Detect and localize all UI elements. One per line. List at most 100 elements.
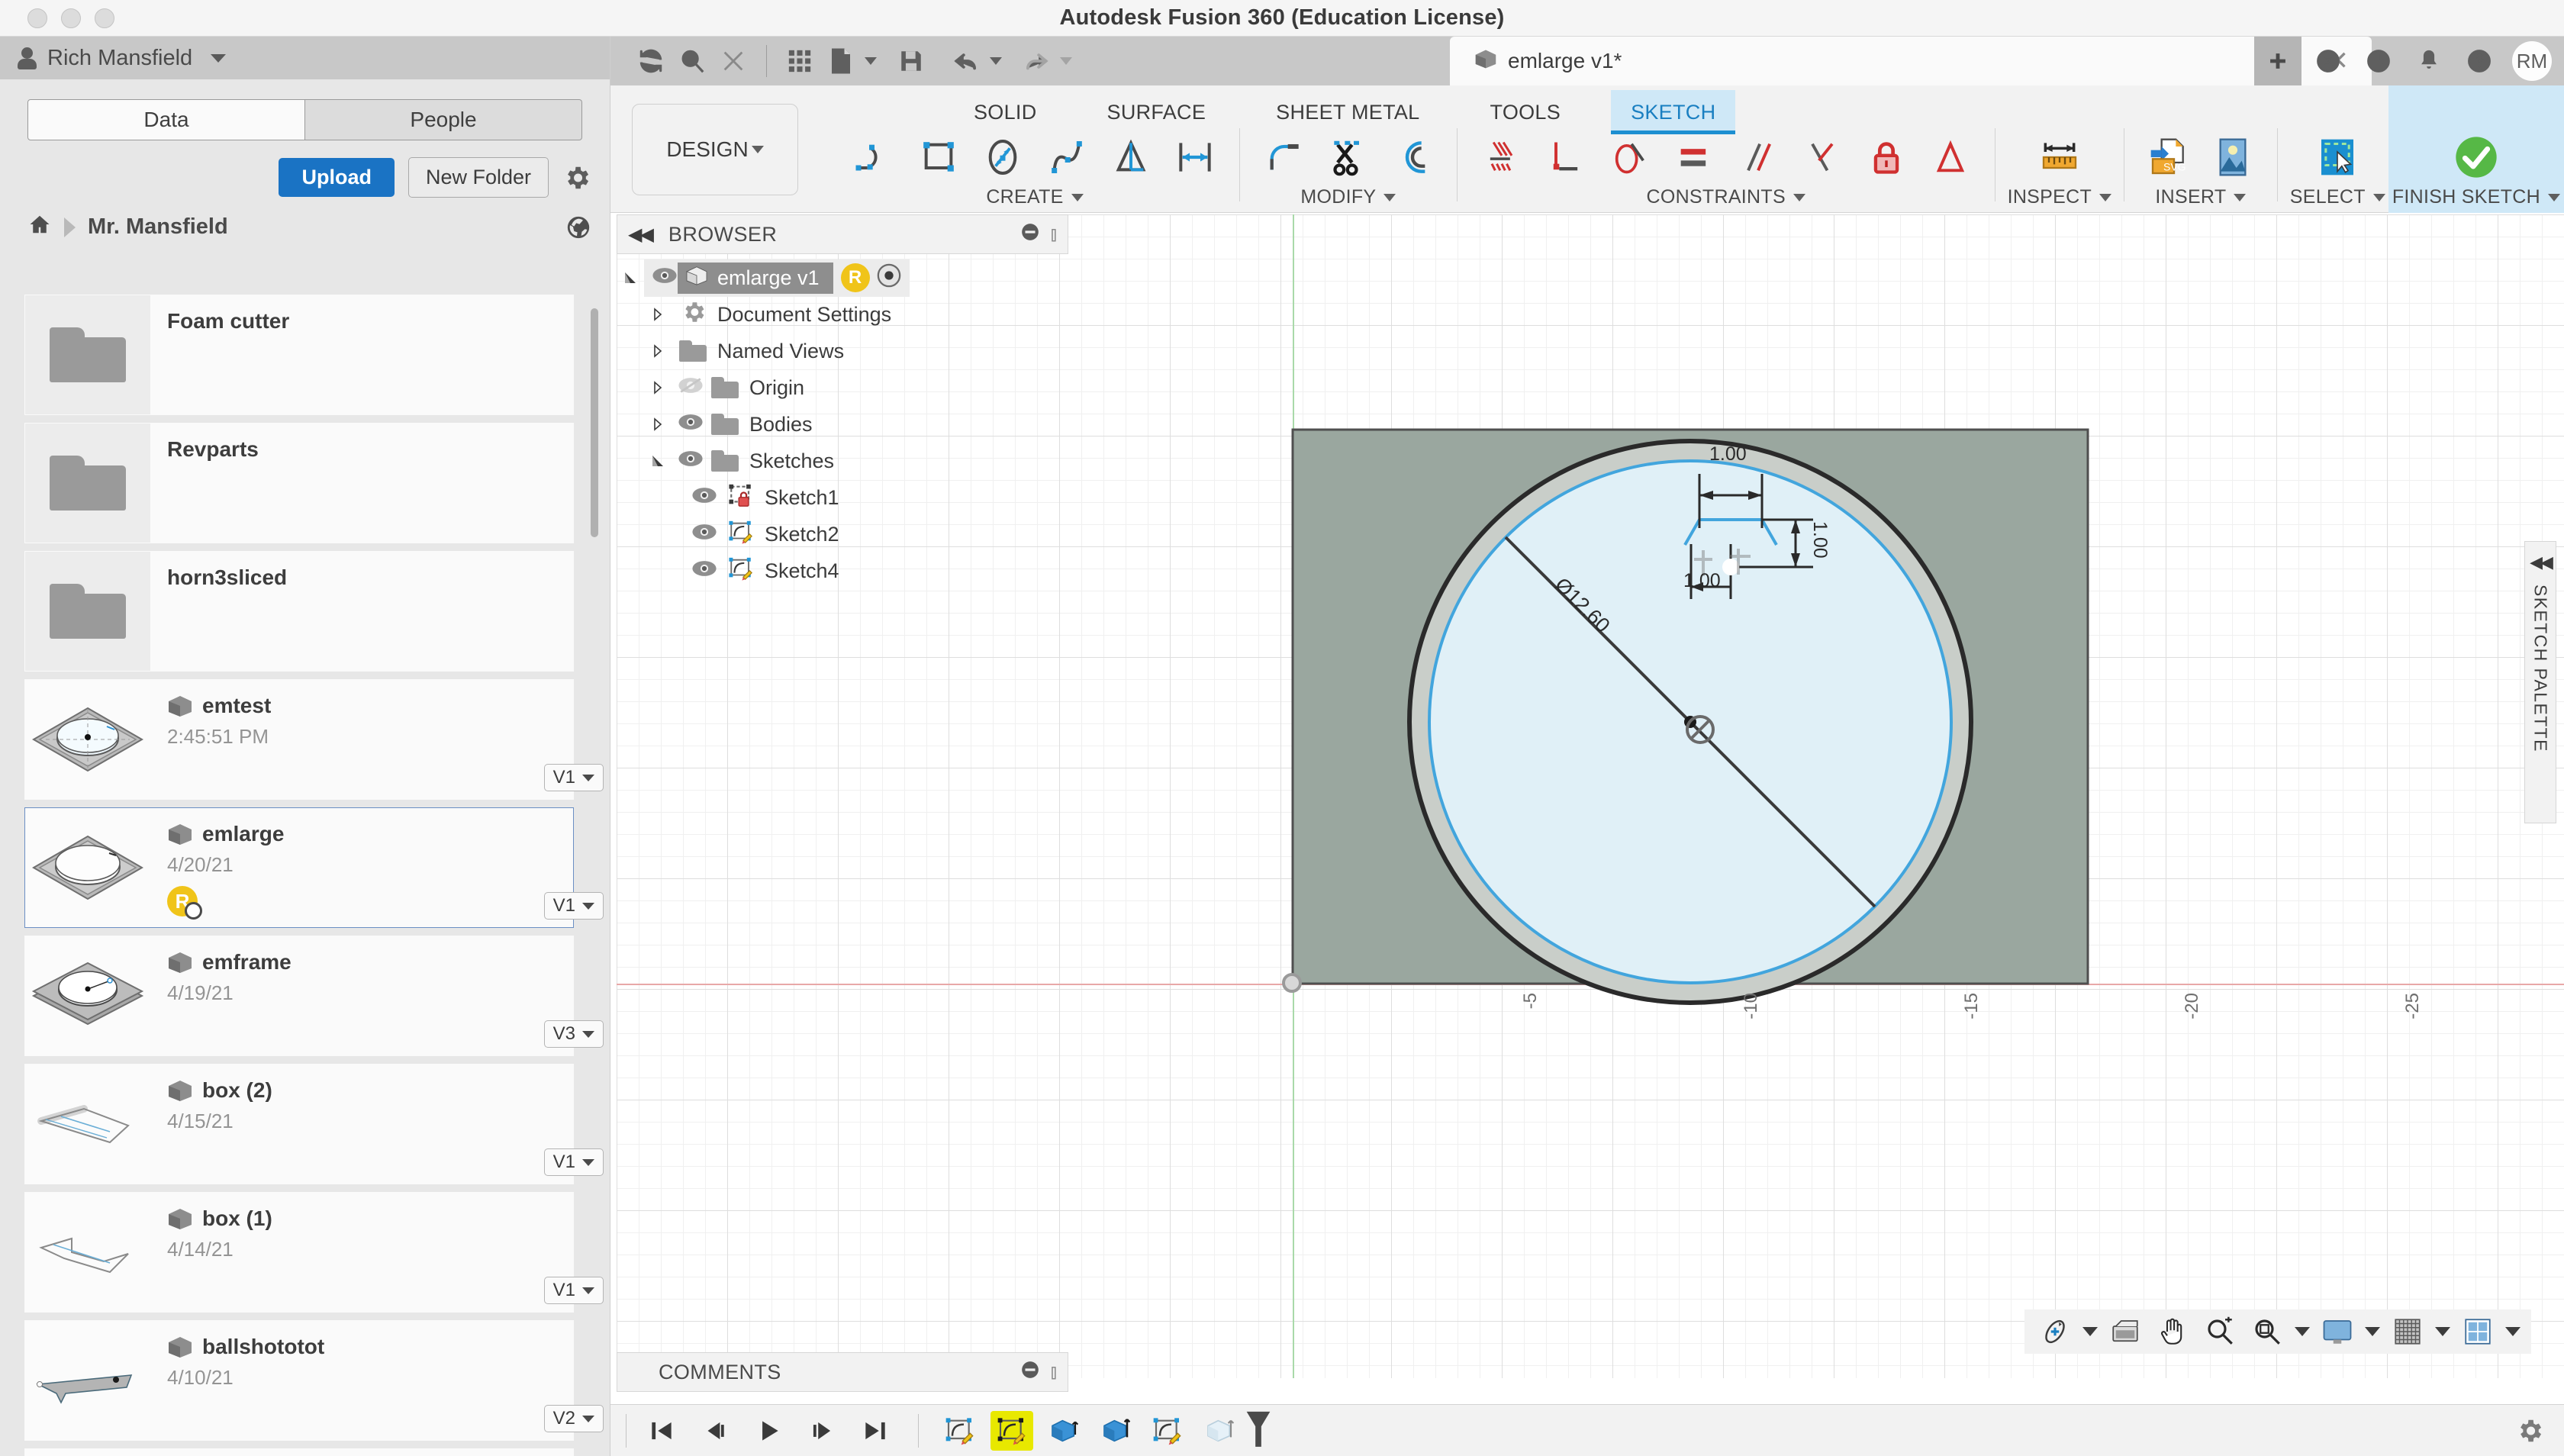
equal-icon[interactable] xyxy=(1662,128,1726,186)
list-item[interactable]: horn3sliced xyxy=(24,551,574,672)
breadcrumb-path[interactable]: Mr. Mansfield xyxy=(88,214,228,240)
spline-icon[interactable] xyxy=(1035,128,1099,186)
timeline-feature-sketch[interactable] xyxy=(939,1411,981,1451)
undo-icon[interactable] xyxy=(945,40,987,82)
plus-icon[interactable] xyxy=(2254,37,2301,85)
resize-handle[interactable]: ⫾ xyxy=(1051,1360,1057,1384)
sketch-palette-panel[interactable]: ◀◀ SKETCH PALETTE xyxy=(2524,541,2556,823)
chevron-down-icon[interactable] xyxy=(2505,1327,2521,1336)
parallel-icon[interactable] xyxy=(1726,128,1790,186)
zoom-icon[interactable] xyxy=(2200,1312,2240,1351)
chevron-down-icon[interactable] xyxy=(2365,1327,2380,1336)
list-item[interactable]: Revparts xyxy=(24,423,574,543)
tab-tools[interactable]: TOOLS xyxy=(1470,90,1581,130)
new-document-icon[interactable] xyxy=(820,40,862,82)
timeline-marker-icon[interactable] xyxy=(1241,1408,1276,1453)
chevron-down-icon[interactable] xyxy=(865,57,877,65)
shared-icon[interactable] xyxy=(565,214,591,246)
user-menu[interactable]: Rich Mansfield xyxy=(0,37,610,79)
timeline-feature-extrude[interactable] xyxy=(1094,1411,1137,1451)
version-badge[interactable]: V1 xyxy=(544,1277,604,1304)
look-at-icon[interactable] xyxy=(2105,1312,2145,1351)
visibility-eye-icon[interactable] xyxy=(691,559,717,583)
document-tab[interactable]: emlarge v1* ✕ xyxy=(1450,37,2372,85)
notifications-icon[interactable] xyxy=(2405,37,2453,85)
tab-people[interactable]: People xyxy=(305,99,582,140)
avatar[interactable]: RM xyxy=(2512,41,2552,81)
timeline-feature-extrude[interactable] xyxy=(1042,1411,1085,1451)
list-item[interactable]: ballshototot 4/10/21 V2 xyxy=(24,1320,574,1441)
insert-svg-icon[interactable]: SVG xyxy=(2137,128,2201,186)
tangent-icon[interactable] xyxy=(1598,128,1662,186)
chevron-down-icon[interactable] xyxy=(2435,1327,2450,1336)
tab-surface[interactable]: SURFACE xyxy=(1087,90,1226,130)
list-item[interactable]: box (2) 4/15/21 V1 xyxy=(24,1064,574,1184)
close-icon[interactable] xyxy=(713,40,754,82)
home-icon[interactable] xyxy=(27,213,52,241)
tree-row-sketch4[interactable]: Sketch4 xyxy=(617,552,1074,589)
version-badge[interactable]: V1 xyxy=(544,1148,604,1176)
resize-handle[interactable]: ⫾ xyxy=(1051,222,1057,246)
list-item[interactable]: emtest 2:45:51 PM V1 xyxy=(24,679,574,800)
finish-sketch-button[interactable]: FINISH SKETCH xyxy=(2388,85,2564,213)
trim-icon[interactable] xyxy=(1316,128,1380,186)
minimize-icon[interactable] xyxy=(1020,1360,1040,1385)
version-badge[interactable]: V1 xyxy=(544,892,604,920)
visibility-eye-icon[interactable] xyxy=(678,413,704,436)
list-item[interactable]: Foam cutter xyxy=(24,295,574,415)
grid-snap-icon[interactable] xyxy=(2388,1312,2427,1351)
tree-root-chip[interactable]: emlarge v1 R xyxy=(644,259,910,297)
line-icon[interactable] xyxy=(842,128,907,186)
collinear-icon[interactable] xyxy=(1534,128,1598,186)
timeline[interactable] xyxy=(610,1404,2564,1456)
tree-row-bodies[interactable]: Bodies xyxy=(617,406,1074,443)
redo-icon[interactable] xyxy=(1016,40,1057,82)
rectangle-icon[interactable] xyxy=(907,128,971,186)
tab-data[interactable]: Data xyxy=(27,99,305,140)
refresh-icon[interactable] xyxy=(630,40,672,82)
chevron-down-icon[interactable] xyxy=(1060,57,1072,65)
file-list-scrollbar[interactable] xyxy=(591,308,598,537)
dimension-top[interactable]: 1.00 xyxy=(1709,443,1747,465)
version-badge[interactable]: V2 xyxy=(544,1405,604,1432)
expand-triangle-icon[interactable] xyxy=(617,270,644,285)
expand-triangle-icon[interactable] xyxy=(644,453,672,469)
polygon-icon[interactable] xyxy=(1099,128,1163,186)
group-label-constraints[interactable]: CONSTRAINTS xyxy=(1646,186,1805,208)
visibility-eye-icon[interactable] xyxy=(678,449,704,473)
go-to-end-icon[interactable] xyxy=(855,1411,895,1451)
navigation-toolbar[interactable] xyxy=(2024,1309,2531,1354)
expand-triangle-icon[interactable] xyxy=(644,381,672,395)
tree-row-sketches[interactable]: Sketches xyxy=(617,443,1074,479)
viewports-icon[interactable] xyxy=(2458,1312,2498,1351)
circle-icon[interactable] xyxy=(971,128,1035,186)
workspace-switcher[interactable]: DESIGN xyxy=(632,104,798,195)
tree-row-sketch2[interactable]: Sketch2 xyxy=(617,516,1074,552)
go-to-start-icon[interactable] xyxy=(642,1411,681,1451)
collapse-left-icon[interactable]: ◀◀ xyxy=(628,224,652,246)
timeline-feature-sketch-selected[interactable] xyxy=(990,1411,1033,1451)
group-label-inspect[interactable]: INSPECT xyxy=(2008,186,2111,208)
file-list[interactable]: Foam cutter Revparts horn3sliced xyxy=(0,295,610,1456)
tab-sheet-metal[interactable]: SHEET METAL xyxy=(1256,90,1439,130)
list-item-emlarge[interactable]: emlarge 4/20/21 R V1 xyxy=(24,807,574,928)
dimension-icon[interactable] xyxy=(1163,128,1227,186)
group-label-insert[interactable]: INSERT xyxy=(2155,186,2246,208)
fix-icon[interactable] xyxy=(1854,128,1918,186)
step-forward-icon[interactable] xyxy=(802,1411,842,1451)
collapse-right-icon[interactable]: ◀◀ xyxy=(2530,552,2551,572)
timeline-feature-sketch[interactable] xyxy=(1146,1411,1189,1451)
group-label-modify[interactable]: MODIFY xyxy=(1300,186,1396,208)
tree-row-sketch1[interactable]: Sketch1 xyxy=(617,479,1074,516)
symmetry-icon[interactable] xyxy=(1918,128,1983,186)
display-settings-icon[interactable] xyxy=(2318,1312,2357,1351)
visibility-eye-icon[interactable] xyxy=(691,523,717,546)
version-badge[interactable]: V3 xyxy=(544,1020,604,1048)
grid-apps-icon[interactable] xyxy=(779,40,820,82)
expand-triangle-icon[interactable] xyxy=(644,417,672,431)
origin-point[interactable] xyxy=(1282,973,1302,993)
tree-row-origin[interactable]: Origin xyxy=(617,369,1074,406)
job-status-icon[interactable] xyxy=(2305,37,2352,85)
upload-button[interactable]: Upload xyxy=(279,158,395,197)
save-icon[interactable] xyxy=(891,40,932,82)
